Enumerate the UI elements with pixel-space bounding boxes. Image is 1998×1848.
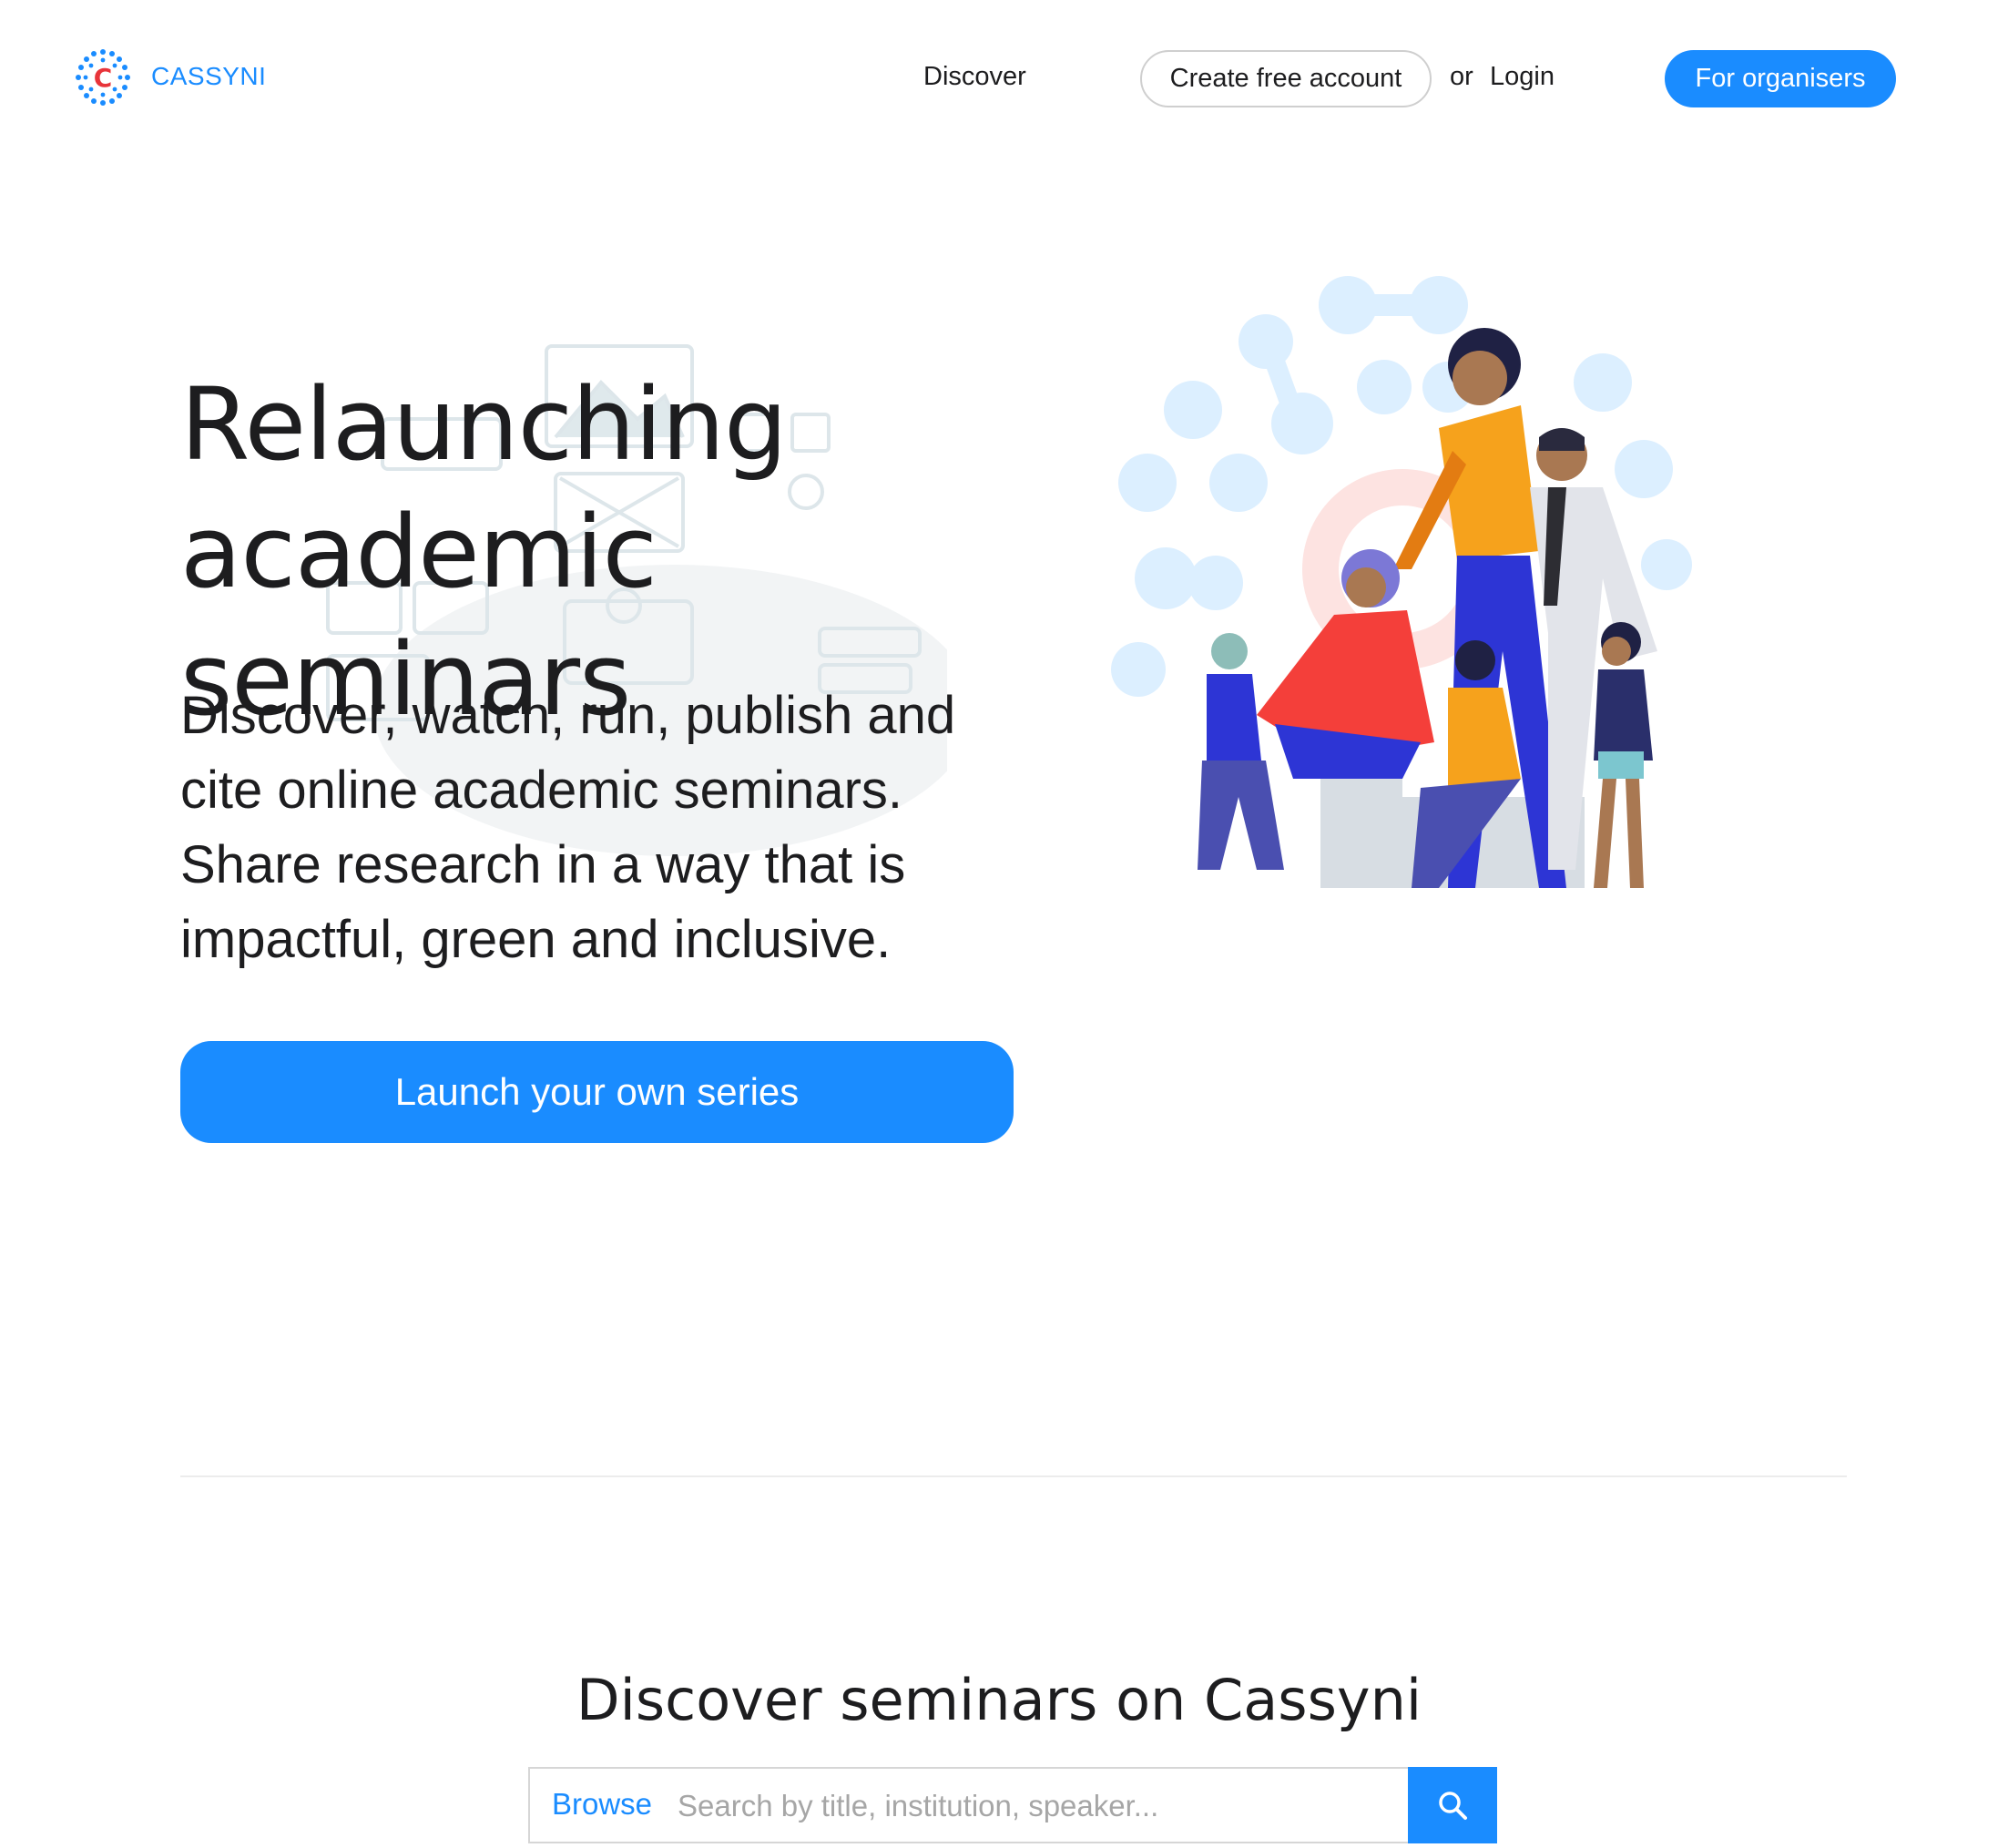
hero-subtitle-line-3: Share research in a way that is bbox=[180, 835, 906, 894]
nav-discover-link[interactable]: Discover bbox=[923, 62, 1026, 92]
section-divider bbox=[180, 1475, 1847, 1477]
for-organisers-button[interactable]: For organisers bbox=[1665, 50, 1896, 107]
launch-series-button[interactable]: Launch your own series bbox=[180, 1041, 1014, 1143]
search-button[interactable] bbox=[1408, 1767, 1497, 1843]
discover-section-title: Discover seminars on Cassyni bbox=[576, 1667, 1422, 1733]
svg-text:C: C bbox=[94, 63, 113, 93]
search-icon bbox=[1439, 1792, 1467, 1820]
people-illustration bbox=[1111, 276, 1692, 888]
browse-link[interactable]: Browse bbox=[552, 1787, 652, 1822]
hero-title-line-1: Relaunching bbox=[180, 366, 788, 483]
create-account-button[interactable]: Create free account bbox=[1140, 50, 1432, 107]
hero-subtitle-line-4: impactful, green and inclusive. bbox=[180, 910, 892, 969]
login-link[interactable]: Login bbox=[1490, 62, 1555, 92]
brand-name[interactable]: CASSYNI bbox=[151, 62, 266, 91]
hero-subtitle-line-1: Discover, watch, run, publish and bbox=[180, 686, 956, 745]
hero-subtitle-line-2: cite online academic seminars. bbox=[180, 761, 903, 820]
cassyni-logo-icon[interactable]: C bbox=[73, 47, 133, 107]
hero-subtitle: Discover, watch, run, publish and cite o… bbox=[180, 679, 1000, 977]
search-input[interactable] bbox=[676, 1778, 1390, 1834]
or-text: or bbox=[1450, 62, 1473, 91]
search-bar: Browse bbox=[528, 1767, 1497, 1843]
